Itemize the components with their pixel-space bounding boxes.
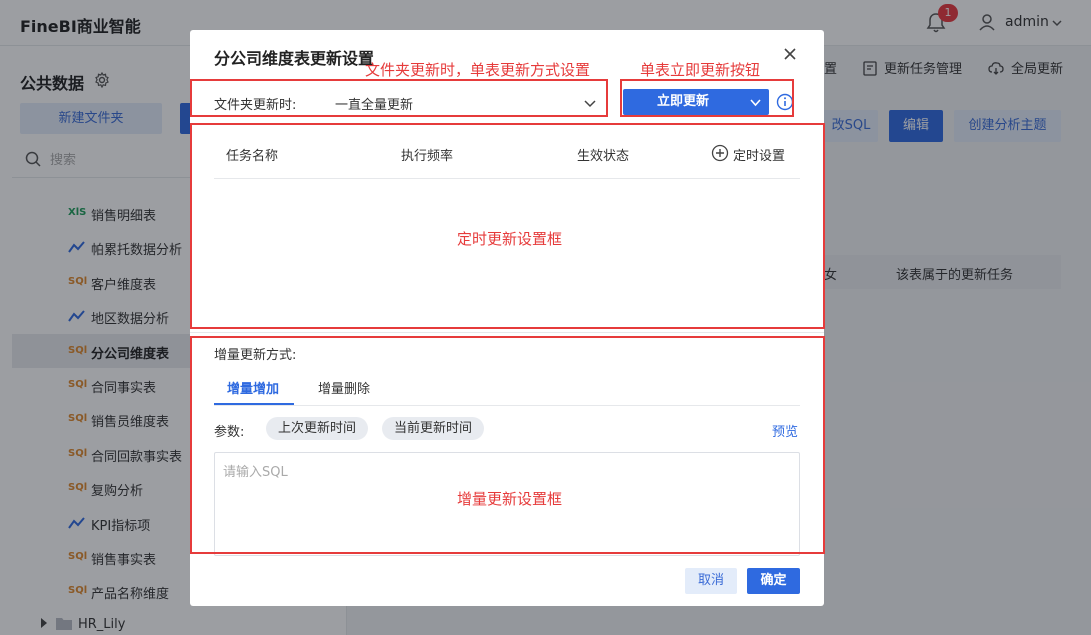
close-icon[interactable] [782,46,798,62]
annotation-box-incremental [190,336,825,554]
annotation-label: 单表立即更新按钮 [640,61,761,79]
dialog-title: 分公司维度表更新设置 [214,49,375,68]
annotation-box-folder-setting [190,79,608,117]
annotation-box-schedule [190,123,825,329]
divider [190,332,824,333]
cancel-button[interactable]: 取消 [685,568,737,594]
annotation-box-update-now [620,79,794,117]
annotation-label: 文件夹更新时，单表更新方式设置 [365,61,591,79]
confirm-button[interactable]: 确定 [747,568,800,594]
annotation-label: 增量更新设置框 [457,490,563,508]
annotation-label: 定时更新设置框 [457,230,563,248]
